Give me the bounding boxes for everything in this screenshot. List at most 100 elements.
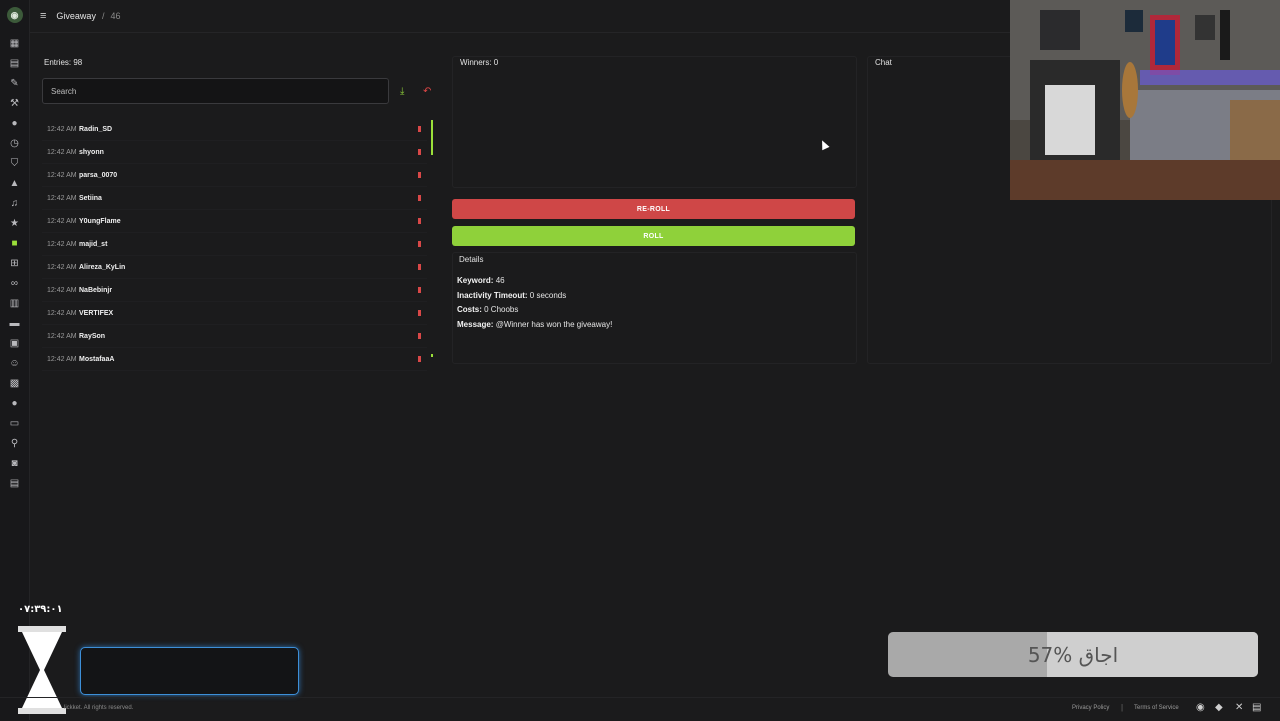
detail-costs: Costs: 0 Choobs [457,305,518,314]
top-bar: ≡ Giveaway / 46 [30,0,1010,33]
list-item: 12:42 AM VERTIFEX [42,302,427,325]
kick-icon[interactable]: ◆ [1215,702,1223,713]
detail-label: Keyword: [457,276,494,285]
list-item: 12:42 AM Radin_SD [42,118,427,141]
menu-toggle-icon[interactable]: ≡ [40,10,46,22]
search-placeholder: Search [51,86,77,96]
entry-name: MostafaaA [79,355,115,363]
detail-value: 0 Choobs [484,305,519,314]
webcam-overlay [1010,0,1280,200]
scrollbar-end [431,354,433,357]
entries-list: 12:42 AM Radin_SD 12:42 AM shyonn 12:42 … [42,118,427,371]
document-icon[interactable]: ▤ [0,53,29,73]
webcam-image [1010,0,1280,200]
list-item: 12:42 AM Alireza_KyLin [42,256,427,279]
gamepad-icon[interactable]: ◙ [0,453,29,473]
stream-timer: ۰۷:۳۹:۰۱ [18,604,63,615]
card-icon[interactable]: ▤ [0,473,29,493]
film-icon[interactable]: ▩ [0,373,29,393]
privacy-link[interactable]: Privacy Policy [1072,705,1109,711]
delete-icon[interactable] [418,333,421,339]
breadcrumb-current: 46 [110,11,121,21]
entry-time: 12:42 AM [47,286,77,294]
archive-icon[interactable]: ▣ [0,333,29,353]
entry-time: 12:42 AM [47,125,77,133]
detail-inactivity: Inactivity Timeout: 0 seconds [457,291,566,300]
monitor-icon[interactable]: ▭ [0,413,29,433]
roll-button[interactable]: ROLL [452,226,855,246]
chart-icon[interactable]: ▥ [0,293,29,313]
shield-icon[interactable]: ⛉ [0,153,29,173]
entry-time: 12:42 AM [47,332,77,340]
scrollbar-thumb[interactable] [431,120,433,155]
detail-label: Message: [457,320,494,329]
chat-bubble-icon[interactable]: ● [0,113,29,133]
entry-name: Y0ungFlame [79,217,121,225]
detail-value: @Winner has won the giveaway! [495,320,613,329]
detail-label: Costs: [457,305,482,314]
alert-box [80,647,299,695]
sidebar-nav: ▦ ▤ ✎ ⚒ ● ◷ ⛉ ▲ ♫ ★ ■ ⊞ ∞ ▥ ▬ ▣ ☺ ▩ ● ▭ … [0,33,29,493]
entry-time: 12:42 AM [47,217,77,225]
entry-name: parsa_0070 [79,171,118,179]
star-icon[interactable]: ★ [0,213,29,233]
details-title: Details [459,255,484,264]
music-icon[interactable]: ♫ [0,193,29,213]
detail-message: Message: @Winner has won the giveaway! [457,320,612,329]
clock-icon[interactable]: ◷ [0,133,29,153]
delete-icon[interactable] [418,126,421,132]
list-item: 12:42 AM shyonn [42,141,427,164]
discord-icon[interactable]: ◉ [1196,702,1205,713]
undo-icon[interactable]: ↶ [423,86,431,97]
message-icon[interactable]: ● [0,393,29,413]
detail-keyword: Keyword: 46 [457,276,505,285]
download-icon[interactable]: ⤓ [400,86,404,97]
dashboard-icon[interactable]: ▦ [0,33,29,53]
app-logo-icon[interactable]: ◉ [6,7,23,23]
delete-icon[interactable] [418,264,421,270]
entries-title: Entries: 98 [44,58,83,67]
delete-icon[interactable] [418,310,421,316]
entry-name: Radin_SD [79,125,113,133]
reroll-button[interactable]: RE-ROLL [452,199,855,219]
gift-icon[interactable]: ■ [0,233,29,253]
delete-icon[interactable] [418,287,421,293]
delete-icon[interactable] [418,241,421,247]
breadcrumb-section[interactable]: Giveaway [56,11,96,21]
document-icon[interactable]: ▤ [1252,702,1261,713]
terms-link[interactable]: Terms of Service [1134,705,1179,711]
link-icon[interactable]: ∞ [0,273,29,293]
entry-time: 12:42 AM [47,240,77,248]
progress-label: 57% اجاق [1027,642,1119,667]
footer: lickket. All rights reserved. Privacy Po… [0,697,1280,721]
list-item: 12:42 AM MostafaaA [42,348,427,371]
detail-value: 46 [495,276,505,285]
warning-icon[interactable]: ▲ [0,173,29,193]
delete-icon[interactable] [418,218,421,224]
entry-time: 12:42 AM [47,148,77,156]
delete-icon[interactable] [418,172,421,178]
entry-name: NaBebinjr [79,286,113,294]
list-item: 12:42 AM Setiina [42,187,427,210]
pencil-icon[interactable]: ✎ [0,73,29,93]
search-input[interactable]: Search [42,78,389,104]
entry-time: 12:42 AM [47,355,77,363]
delete-icon[interactable] [418,149,421,155]
entry-name: Setiina [79,194,102,202]
entry-name: majid_st [79,240,108,248]
entry-name: RaySon [79,332,106,340]
winners-list [452,56,857,188]
copyright-text: lickket. All rights reserved. [64,705,134,711]
tools-icon[interactable]: ⚒ [0,93,29,113]
entry-name: shyonn [79,148,104,156]
list-item: 12:42 AM NaBebinjr [42,279,427,302]
video-icon[interactable]: ▬ [0,313,29,333]
cart-icon[interactable]: ⊞ [0,253,29,273]
delete-icon[interactable] [418,195,421,201]
x-icon[interactable]: ✕ [1235,702,1243,713]
search-icon[interactable]: ⚲ [0,433,29,453]
emoji-icon[interactable]: ☺ [0,353,29,373]
entry-time: 12:42 AM [47,263,77,271]
delete-icon[interactable] [418,356,421,362]
footer-divider: | [1121,703,1124,712]
